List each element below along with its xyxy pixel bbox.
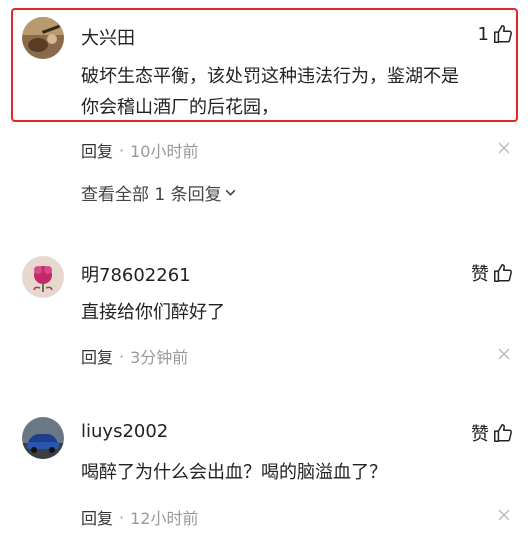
reply-button[interactable]: 回复	[81, 505, 113, 529]
thumbs-up-icon	[494, 424, 512, 442]
comment-meta: 回复 · 3分钟前	[81, 344, 188, 368]
comment-meta: 回复 · 12小时前	[81, 505, 198, 529]
timestamp: 12小时前	[130, 509, 199, 528]
dismiss-button[interactable]	[496, 507, 512, 523]
like-count: 1	[477, 23, 489, 45]
username[interactable]: 大兴田	[81, 24, 135, 50]
close-icon	[498, 142, 510, 154]
thumbs-up-icon	[494, 25, 512, 43]
comment-text: 破坏生态平衡，该处罚这种违法行为，鉴湖不是 你会稽山酒厂的后花园，	[81, 61, 459, 123]
chevron-down-icon	[225, 189, 236, 196]
comment-text: 直接给你们醉好了	[81, 297, 225, 328]
username[interactable]: 明78602261	[81, 261, 191, 287]
dismiss-button[interactable]	[496, 140, 512, 156]
avatar-car-icon	[22, 417, 64, 459]
comment-line: 你会稽山酒厂的后花园，	[81, 97, 279, 118]
timestamp: 10小时前	[130, 142, 199, 161]
like-label: 赞	[471, 424, 489, 445]
dismiss-button[interactable]	[496, 346, 512, 362]
comment-line: 破坏生态平衡，该处罚这种违法行为，鉴湖不是	[81, 66, 459, 87]
reply-button[interactable]: 回复	[81, 138, 113, 162]
avatar[interactable]	[22, 256, 64, 298]
like-label: 赞	[471, 264, 489, 285]
comment-text: 喝醉了为什么会出血？喝的脑溢血了？	[81, 457, 387, 488]
like-button[interactable]: 1	[478, 23, 514, 45]
separator: ·	[119, 507, 125, 527]
view-all-replies[interactable]: 查看全部 1 条回复	[81, 180, 237, 205]
avatar[interactable]	[22, 17, 64, 59]
comment-line: 直接给你们醉好了	[81, 302, 225, 323]
separator: ·	[119, 140, 125, 160]
view-all-label: 查看全部 1 条回复	[81, 185, 222, 205]
avatar[interactable]	[22, 417, 64, 459]
timestamp: 3分钟前	[130, 348, 189, 367]
separator: ·	[119, 346, 125, 366]
reply-button[interactable]: 回复	[81, 344, 113, 368]
comment-line: 喝醉了为什么会出血？喝的脑溢血了？	[81, 462, 387, 483]
close-icon	[498, 348, 510, 360]
comment-meta: 回复 · 10小时前	[81, 138, 198, 162]
close-icon	[498, 509, 510, 521]
avatar-flower-icon	[22, 256, 64, 298]
like-button[interactable]: 赞	[471, 260, 514, 286]
like-button[interactable]: 赞	[471, 420, 514, 446]
avatar-photo-icon	[22, 17, 64, 59]
username[interactable]: liuys2002	[81, 421, 168, 442]
thumbs-up-icon	[494, 264, 512, 282]
